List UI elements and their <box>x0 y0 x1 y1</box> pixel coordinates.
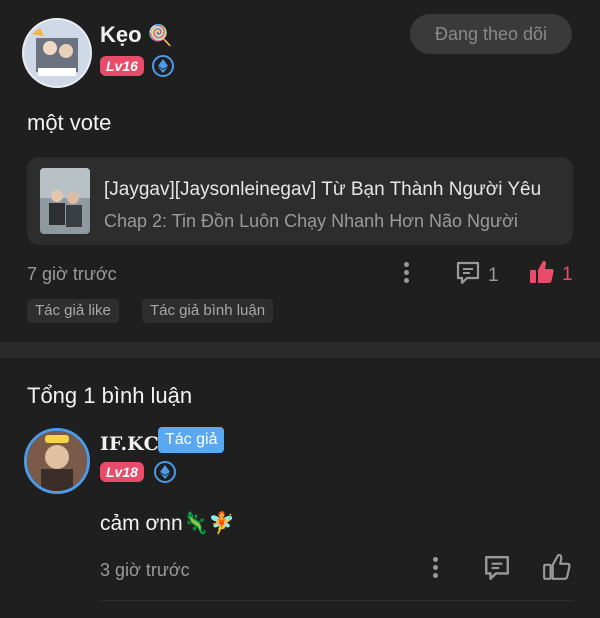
ethereum-icon <box>152 55 174 77</box>
tag-author-comment: Tác giả bình luận <box>142 299 274 323</box>
author-emoji: 🍭 <box>147 25 173 47</box>
thumbs-up-icon <box>542 553 572 586</box>
comment-level-badge: Lv18 <box>100 462 144 482</box>
more-vertical-icon[interactable] <box>404 262 410 286</box>
comment-avatar[interactable] <box>24 428 90 494</box>
ethereum-icon <box>154 461 176 483</box>
section-divider <box>0 342 600 358</box>
follow-button[interactable]: Đang theo dõi <box>410 14 572 54</box>
author-name[interactable]: Kẹo 🍭 <box>100 22 173 48</box>
like-button[interactable]: 1 <box>528 258 573 291</box>
comments-header: Tổng 1 bình luận <box>27 383 193 408</box>
comment-button[interactable]: 1 <box>455 260 499 291</box>
story-card[interactable]: [Jaygav][Jaysonleinegav] Từ Bạn Thành Ng… <box>27 157 573 245</box>
reply-button[interactable] <box>483 554 511 587</box>
comment-bottom-divider <box>100 600 573 601</box>
author-name-text: Kẹo <box>100 22 142 47</box>
comment-text: cảm ơnn🦎🧚 <box>100 512 235 535</box>
author-avatar[interactable] <box>22 18 92 88</box>
story-chapter: Chap 2: Tin Đồn Luôn Chạy Nhanh Hơn Não … <box>104 211 518 231</box>
more-vertical-icon[interactable] <box>433 557 439 581</box>
level-badge: Lv16 <box>100 56 144 76</box>
comment-count: 1 <box>488 264 499 286</box>
comment-author-name[interactable]: IF.ΚϹ <box>100 433 159 455</box>
post-time: 7 giờ trước <box>27 264 117 284</box>
comment-icon <box>483 556 511 586</box>
post-content: một vote <box>27 110 112 135</box>
story-title: [Jaygav][Jaysonleinegav] Từ Bạn Thành Ng… <box>104 179 542 200</box>
author-role-badge: Tác giả <box>158 427 225 453</box>
story-cover <box>40 168 90 234</box>
tag-author-like: Tác giả like <box>27 299 119 323</box>
thumbs-up-icon <box>528 258 556 291</box>
like-count: 1 <box>562 263 573 285</box>
comment-like-button[interactable] <box>542 552 572 587</box>
comment-icon <box>455 260 481 291</box>
comment-time: 3 giờ trước <box>100 560 190 580</box>
